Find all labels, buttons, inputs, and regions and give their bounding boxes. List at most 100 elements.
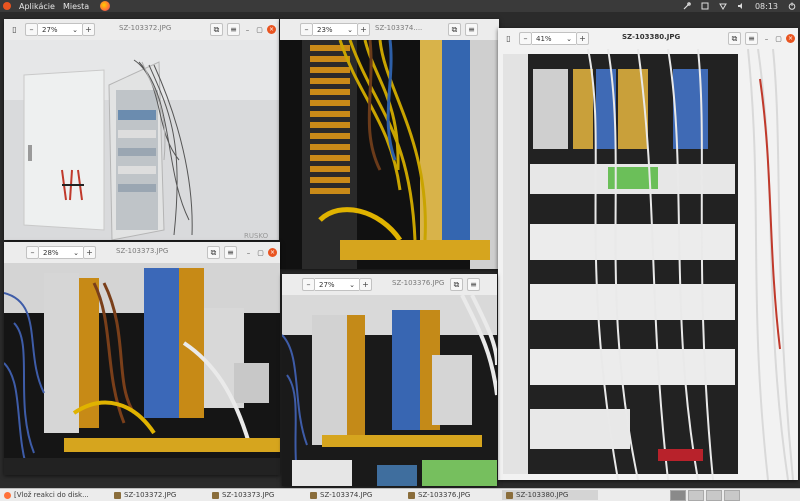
- gallery-icon[interactable]: ▯: [8, 23, 21, 36]
- menu-icon[interactable]: ≡: [224, 246, 237, 259]
- copy-icon[interactable]: ⧉: [210, 23, 223, 36]
- task-firefox[interactable]: [Vlož reakci do disk...: [0, 490, 108, 500]
- workspace-3[interactable]: [706, 490, 722, 501]
- task-label: [Vlož reakci do disk...: [14, 491, 89, 499]
- window-title: SZ-103373.JPG: [116, 247, 169, 255]
- zoom-in-icon[interactable]: +: [82, 23, 95, 36]
- minimize-icon[interactable]: –: [762, 35, 771, 43]
- image-viewer-icon: [408, 491, 415, 499]
- window-controls: – ▢ ×: [243, 25, 276, 34]
- workspace-switcher: [670, 490, 740, 501]
- copy-icon[interactable]: ⧉: [448, 23, 461, 36]
- ubuntu-icon[interactable]: [3, 2, 11, 10]
- window-titlebar[interactable]: ▯ – 41% ⌄ + SZ-103380.JPG ⧉ ≡ – ▢ ×: [498, 28, 798, 50]
- task-sz-103376[interactable]: SZ-103376.JPG: [404, 490, 500, 500]
- zoom-out-icon[interactable]: –: [26, 246, 39, 259]
- zoom-in-icon[interactable]: +: [359, 278, 372, 291]
- window-title: SZ-103376.JPG: [392, 279, 445, 287]
- task-label: SZ-103372.JPG: [124, 491, 177, 499]
- task-sz-103374[interactable]: SZ-103374.JPG: [306, 490, 402, 500]
- zoom-out-icon[interactable]: –: [519, 32, 532, 45]
- image-viewer-icon: [212, 491, 219, 499]
- image-window-103376[interactable]: – 27% ⌄ + SZ-103376.JPG ⧉ ≡: [282, 274, 497, 486]
- maximize-icon[interactable]: ▢: [256, 249, 265, 257]
- image-window-103372[interactable]: ▯ – 27% ⌄ + SZ-103372.JPG ⧉ ≡ – ▢ × RUSK…: [4, 19, 279, 240]
- copy-icon[interactable]: ⧉: [207, 246, 220, 259]
- dropdown-icon: ⌄: [72, 25, 78, 34]
- task-label: SZ-103376.JPG: [418, 491, 471, 499]
- task-label: SZ-103374.JPG: [320, 491, 373, 499]
- window-title: SZ-103372.JPG: [119, 24, 172, 32]
- settings-icon[interactable]: [683, 2, 691, 10]
- window-title: SZ-103374....: [375, 24, 423, 32]
- task-sz-103372[interactable]: SZ-103372.JPG: [110, 490, 206, 500]
- maximize-icon[interactable]: ▢: [255, 26, 264, 34]
- task-label: SZ-103380.JPG: [516, 491, 569, 499]
- window-controls: – ▢ ×: [244, 248, 277, 257]
- dropdown-icon: ⌄: [347, 25, 353, 34]
- zoom-value: 41%: [536, 34, 552, 43]
- image-window-103380[interactable]: ▯ – 41% ⌄ + SZ-103380.JPG ⧉ ≡ – ▢ ×: [498, 28, 798, 480]
- image-viewer-icon: [310, 491, 317, 499]
- close-icon[interactable]: ×: [267, 25, 276, 34]
- photo-terminal-wide: [282, 295, 497, 486]
- firefox-icon[interactable]: [100, 1, 111, 11]
- zoom-out-icon[interactable]: –: [300, 23, 313, 36]
- window-titlebar[interactable]: – 23% ⌄ + SZ-103374.... ⧉ ≡: [280, 19, 499, 41]
- photo-watermark: RUSKO: [244, 232, 269, 240]
- zoom-in-icon[interactable]: +: [83, 246, 96, 259]
- window-titlebar[interactable]: ▯ – 27% ⌄ + SZ-103372.JPG ⧉ ≡ – ▢ ×: [4, 19, 279, 41]
- dropdown-icon: ⌄: [73, 248, 79, 257]
- menu-icon[interactable]: ≡: [465, 23, 478, 36]
- image-window-103373[interactable]: – 28% ⌄ + SZ-103373.JPG ⧉ ≡ – ▢ ×: [4, 242, 280, 475]
- menu-icon[interactable]: ≡: [467, 278, 480, 291]
- taskbar: [Vlož reakci do disk... SZ-103372.JPG SZ…: [0, 488, 800, 501]
- zoom-in-icon[interactable]: +: [576, 32, 589, 45]
- zoom-value: 27%: [319, 280, 335, 289]
- zoom-value: 23%: [317, 25, 333, 34]
- firefox-icon: [4, 491, 11, 499]
- photo-terminal-rows: [4, 263, 280, 475]
- menu-icon[interactable]: ≡: [745, 32, 758, 45]
- window-titlebar[interactable]: – 27% ⌄ + SZ-103376.JPG ⧉ ≡: [282, 274, 497, 296]
- gallery-icon[interactable]: ▯: [502, 32, 515, 45]
- minimize-icon[interactable]: –: [244, 249, 253, 257]
- task-sz-103380[interactable]: SZ-103380.JPG: [502, 490, 598, 500]
- dropdown-icon: ⌄: [349, 280, 355, 289]
- close-icon[interactable]: ×: [268, 248, 277, 257]
- applications-menu[interactable]: Aplikácie: [19, 2, 55, 11]
- zoom-in-icon[interactable]: +: [357, 23, 370, 36]
- menu-icon[interactable]: ≡: [227, 23, 240, 36]
- image-viewer-icon: [506, 491, 513, 499]
- zoom-select[interactable]: 41% ⌄: [532, 32, 576, 45]
- copy-icon[interactable]: ⧉: [728, 32, 741, 45]
- network-icon[interactable]: [719, 2, 727, 10]
- zoom-select[interactable]: 28% ⌄: [39, 246, 83, 259]
- task-sz-103373[interactable]: SZ-103373.JPG: [208, 490, 304, 500]
- window-controls: – ▢ ×: [762, 34, 795, 43]
- image-window-103374[interactable]: – 23% ⌄ + SZ-103374.... ⧉ ≡: [280, 19, 499, 269]
- top-menu: Aplikácie Miesta: [0, 1, 111, 11]
- zoom-select[interactable]: 23% ⌄: [313, 23, 357, 36]
- zoom-value: 28%: [43, 248, 59, 257]
- image-viewer-icon: [114, 491, 121, 499]
- minimize-icon[interactable]: –: [243, 26, 252, 34]
- volume-icon[interactable]: [737, 2, 745, 10]
- copy-icon[interactable]: ⧉: [450, 278, 463, 291]
- workspace-2[interactable]: [688, 490, 704, 501]
- zoom-select[interactable]: 27% ⌄: [315, 278, 359, 291]
- zoom-out-icon[interactable]: –: [302, 278, 315, 291]
- zoom-select[interactable]: 27% ⌄: [38, 23, 82, 36]
- close-icon[interactable]: ×: [786, 34, 795, 43]
- window-titlebar[interactable]: – 28% ⌄ + SZ-103373.JPG ⧉ ≡ – ▢ ×: [4, 242, 280, 264]
- workspace-1[interactable]: [670, 490, 686, 501]
- dropbox-icon[interactable]: [701, 2, 709, 10]
- workspace-4[interactable]: [724, 490, 740, 501]
- maximize-icon[interactable]: ▢: [774, 35, 783, 43]
- power-icon[interactable]: [788, 2, 796, 10]
- zoom-out-icon[interactable]: –: [25, 23, 38, 36]
- window-title: SZ-103380.JPG: [622, 33, 681, 41]
- places-menu[interactable]: Miesta: [63, 2, 89, 11]
- clock[interactable]: 08:13: [755, 2, 778, 11]
- photo-terminal-blocks: [280, 40, 499, 269]
